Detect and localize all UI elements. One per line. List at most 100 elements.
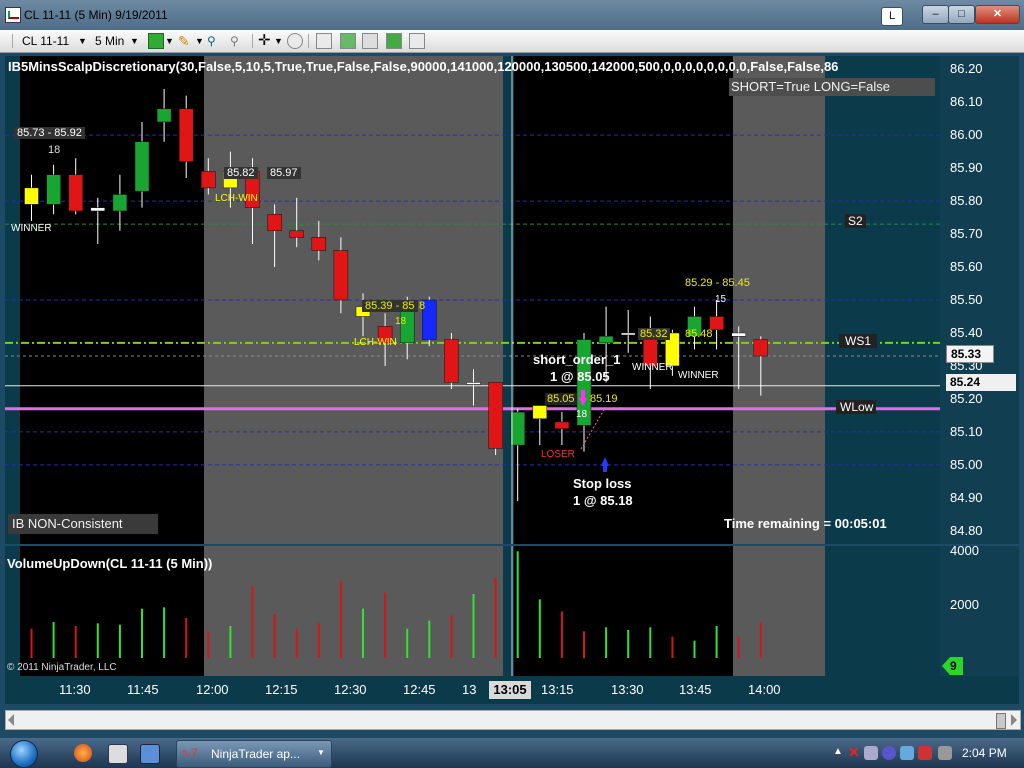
indicator-header: IB5MinsScalpDiscretionary(30,False,5,10,… [8,59,839,74]
range-label-b: 85.97 [267,167,301,179]
time-marker-label: 13:05 [489,681,531,699]
close-button[interactable]: ✕ [975,5,1020,24]
volume-bar [273,614,276,658]
volume-bar [759,622,762,658]
link-button[interactable]: L [881,7,903,26]
short-long-status: SHORT=True LONG=False [729,78,935,96]
price-tick-label: 85.60 [950,259,983,275]
volume-bar [450,615,453,658]
interval-selector[interactable]: 5 Min [95,32,124,50]
level-label-ws1: WS1 [839,334,878,348]
candle-body [201,171,216,189]
eraser-icon[interactable]: ⚲ [230,32,239,50]
price-tick-label: 85.10 [950,423,983,439]
price-tick-label: 85.40 [950,324,983,340]
crosshair-icon[interactable]: ✛ [258,32,271,50]
chevron-down-icon[interactable]: ▼ [274,32,283,50]
volume-bar [671,636,674,658]
range-label-a: 85.32 [638,328,670,340]
pencil-icon[interactable]: ✎ [178,32,190,50]
ie-app-icon[interactable] [140,744,160,764]
maximize-button[interactable]: □ [948,5,975,24]
volume-bar [406,628,409,658]
firefox-icon[interactable] [74,744,92,762]
candle-body [488,382,503,449]
candle-body [112,194,128,212]
speaker-icon[interactable] [938,746,952,760]
loser-label: LOSER [541,449,575,460]
zoom-icon[interactable] [287,33,303,49]
crosshair-magnet-icon[interactable]: ⚲ [207,32,216,50]
lch-win-label: LCH-WIN [215,193,258,204]
chevron-down-icon[interactable]: ▼ [78,32,87,50]
range-label-b: 85.48 [685,328,713,340]
stop-loss-label: Stop loss [573,476,632,491]
price-axis[interactable]: 86.20 86.10 86.00 85.90 85.80 85.70 85.60 85.50… [940,56,1019,544]
winner-label: WINNER [11,223,52,234]
indicators-icon[interactable] [340,33,356,49]
properties-icon[interactable] [316,33,332,49]
volume-bar [494,578,497,658]
shield-icon[interactable] [918,746,932,760]
candle-body [532,405,548,419]
volume-bar [52,622,55,658]
candle-body [333,250,349,301]
volume-bar [185,618,188,658]
scroll-left-icon[interactable] [8,714,14,726]
dollar-icon[interactable] [386,33,402,49]
range-label-b: 85.19 [590,393,618,405]
candlestick-style-icon[interactable] [148,33,164,49]
instrument-selector[interactable]: CL 11-11 [22,32,69,50]
volume-bar [583,631,585,658]
tray-expand-icon[interactable]: ▲ [833,746,843,757]
time-tick-label: 13 [462,682,477,697]
network-error-icon[interactable]: ✕ [848,744,860,761]
tray-icon[interactable] [864,746,878,760]
candle-body [134,141,150,192]
strategies-icon[interactable] [362,33,378,49]
taskbar-ninjatrader-button[interactable]: ∿7 NinjaTrader ap... ▼ [176,740,332,768]
start-button[interactable] [10,740,38,768]
price-tick-label: 85.00 [950,456,983,472]
scroll-right-icon[interactable] [1011,714,1017,726]
scroll-thumb[interactable] [996,713,1006,729]
candle-body [289,230,304,238]
time-tick-label: 11:45 [127,682,159,697]
data-box-icon[interactable] [409,33,425,49]
time-tick-label: 14:00 [748,682,781,697]
minimize-button[interactable]: – [922,5,949,24]
range-label-a: 85.05 [545,393,577,405]
tray-icon[interactable] [882,746,896,760]
tray-icon[interactable] [900,746,914,760]
window-titlebar[interactable]: CL 11-11 (5 Min) 9/19/2011 L – □ ✕ [0,0,1024,30]
toolbar-separator [252,34,253,48]
chevron-down-icon[interactable]: ▼ [317,748,325,757]
price-tick-label: 84.80 [950,522,983,538]
volume-bar [251,586,254,658]
chevron-down-icon[interactable]: ▼ [165,32,174,50]
time-tick-label: 12:30 [334,682,367,697]
toolbar-separator [308,34,309,48]
time-tick-label: 12:15 [265,682,298,697]
price-tick-label: 85.70 [950,226,983,242]
stop-loss-price: 1 @ 85.18 [573,493,633,508]
line-price-label: 85.24 [946,374,1016,391]
candle-body [267,214,282,232]
volume-bar [118,624,121,658]
price-chart-panel[interactable]: IB5MinsScalpDiscretionary(30,False,5,10,… [5,56,940,544]
candle-body [156,108,172,123]
level-label-wlow: WLow [836,400,877,414]
volume-bar [74,626,77,658]
volume-panel[interactable]: VolumeUpDown(CL 11-11 (5 Min)) © 2011 Ni… [5,546,940,676]
price-chart-svg [5,56,940,544]
volume-bar [141,608,143,658]
chevron-down-icon[interactable]: ▼ [195,32,204,50]
bar-count-label: 18 [395,316,407,327]
window-app-icon[interactable] [108,744,128,764]
candle-body [510,411,525,446]
copyright-label: © 2011 NinjaTrader, LLC [7,662,117,673]
chevron-down-icon[interactable]: ▼ [130,32,139,50]
horizontal-scrollbar[interactable] [5,710,1021,730]
volume-bar [715,626,718,658]
volume-badge-pointer [942,657,950,675]
